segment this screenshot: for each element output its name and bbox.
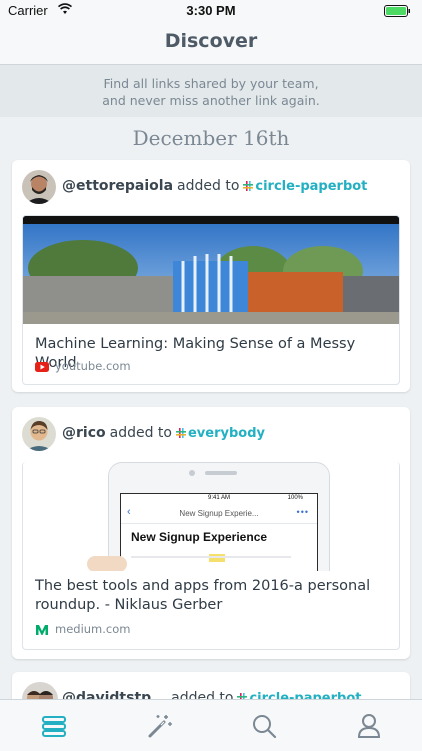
date-header: December 16th bbox=[132, 126, 290, 150]
tab-discover[interactable] bbox=[146, 712, 174, 740]
screen-navbar: ‹ New Signup Experie... ••• bbox=[121, 505, 317, 524]
channel-link[interactable]: everybody bbox=[188, 426, 265, 441]
username-link[interactable]: @rico bbox=[62, 425, 106, 441]
navigation-bar: Discover bbox=[0, 22, 422, 65]
screen-nav-title: New Signup Experie... bbox=[179, 509, 259, 518]
tab-feed[interactable] bbox=[40, 712, 68, 740]
feed-card: @rico added to everybody 9:41 AM 100% ‹ Ne… bbox=[12, 407, 410, 659]
action-text: added to bbox=[109, 425, 172, 441]
feed-card: @ettorepaiola added to circle-paperbot M… bbox=[12, 160, 410, 392]
page-title: Discover bbox=[164, 30, 258, 52]
phone-mockup: 9:41 AM 100% ‹ New Signup Experie... •••… bbox=[108, 462, 330, 571]
banner-line-1: Find all links shared by your team, bbox=[103, 76, 319, 91]
screen-battery: 100% bbox=[287, 495, 303, 501]
magic-wand-icon bbox=[148, 715, 172, 738]
screen-status: 9:41 AM 100% bbox=[121, 494, 317, 505]
domain-text: medium.com bbox=[55, 622, 131, 636]
avatar[interactable] bbox=[22, 170, 56, 204]
screen-text-line bbox=[131, 556, 291, 558]
action-text: added to bbox=[177, 178, 240, 194]
screen-heading: New Signup Experience bbox=[131, 530, 268, 544]
avatar[interactable] bbox=[22, 417, 56, 451]
username-link[interactable]: @ettorepaiola bbox=[62, 178, 173, 194]
tab-bar bbox=[0, 699, 422, 751]
channel-link[interactable]: circle-paperbot bbox=[255, 179, 367, 194]
slack-icon bbox=[175, 428, 186, 438]
search-icon bbox=[253, 715, 277, 739]
phone-speaker bbox=[205, 471, 237, 475]
battery-icon bbox=[384, 5, 410, 17]
domain-text: youtube.com bbox=[55, 359, 131, 373]
info-banner: Find all links shared by your team, and … bbox=[0, 65, 422, 117]
status-bar: Carrier 3:30 PM bbox=[0, 0, 422, 22]
link-title[interactable]: The best tools and apps from 2016-a pers… bbox=[35, 577, 389, 615]
phone-camera bbox=[189, 470, 195, 476]
post-header: @rico added to everybody bbox=[62, 425, 265, 441]
medium-icon bbox=[36, 624, 48, 635]
tab-search[interactable] bbox=[250, 712, 278, 740]
phone-screen: 9:41 AM 100% ‹ New Signup Experie... •••… bbox=[120, 493, 318, 571]
link-thumbnail bbox=[23, 216, 399, 324]
link-domain: medium.com bbox=[35, 622, 130, 636]
more-icon: ••• bbox=[296, 507, 309, 517]
mockup-hand bbox=[87, 556, 127, 571]
tab-profile[interactable] bbox=[355, 712, 383, 740]
youtube-icon bbox=[35, 361, 49, 372]
list-icon bbox=[42, 716, 66, 737]
banner-line-2: and never miss another link again. bbox=[102, 93, 320, 108]
post-header: @ettorepaiola added to circle-paperbot bbox=[62, 178, 367, 194]
link-preview[interactable]: 9:41 AM 100% ‹ New Signup Experie... •••… bbox=[22, 462, 400, 650]
link-preview[interactable]: Machine Learning: Making Sense of a Mess… bbox=[22, 215, 400, 385]
clock: 3:30 PM bbox=[186, 3, 236, 18]
user-icon bbox=[357, 714, 381, 738]
link-domain: youtube.com bbox=[35, 359, 131, 373]
link-thumbnail: 9:41 AM 100% ‹ New Signup Experie... •••… bbox=[23, 462, 399, 571]
slack-icon bbox=[243, 181, 254, 191]
